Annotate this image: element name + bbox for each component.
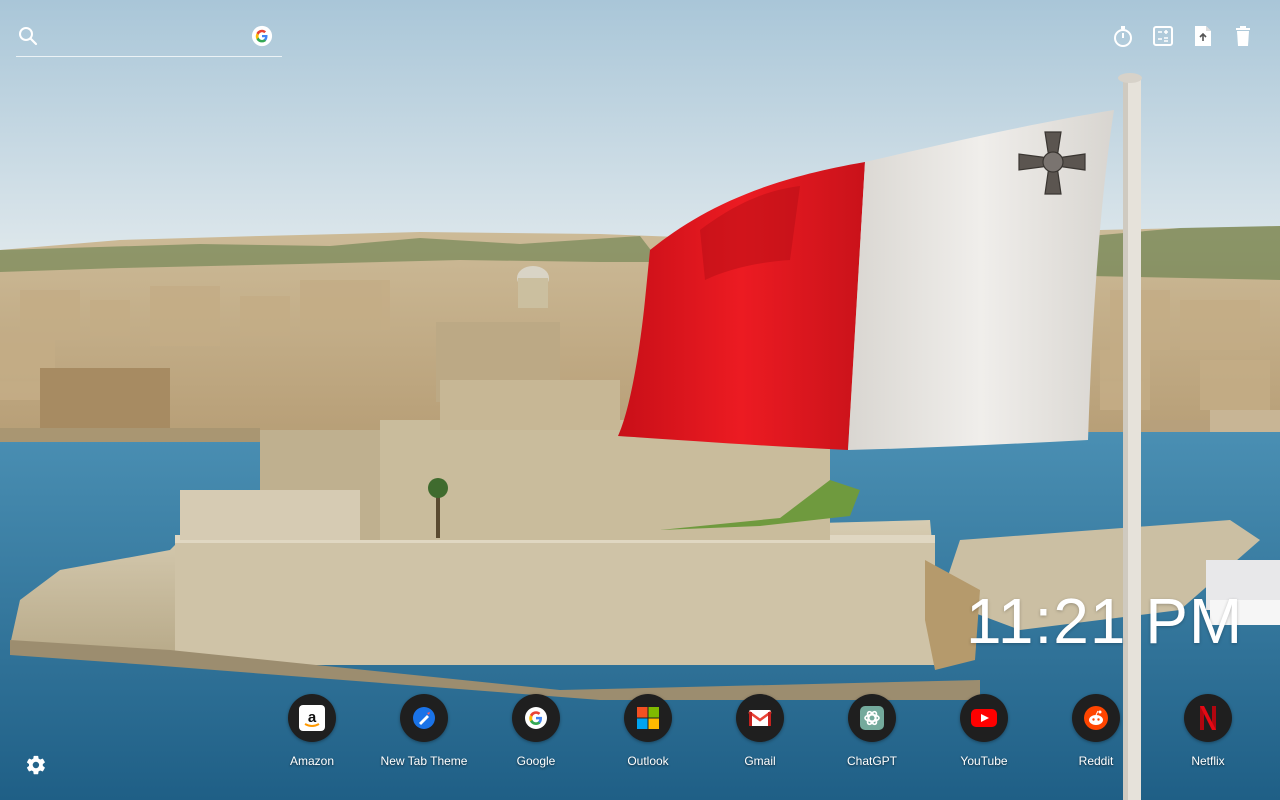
shortcut-label: Reddit — [1078, 754, 1114, 768]
shortcut-label: Gmail — [744, 754, 776, 768]
shortcut-gmail[interactable]: Gmail — [704, 694, 816, 768]
google-icon — [512, 694, 560, 742]
gmail-icon — [736, 694, 784, 742]
shortcut-youtube[interactable]: YouTube — [928, 694, 1040, 768]
calculator-icon[interactable] — [1152, 24, 1174, 48]
gear-icon[interactable] — [25, 754, 47, 776]
search-icon — [19, 27, 38, 46]
shortcut-label: YouTube — [960, 754, 1008, 768]
shortcut-amazon[interactable]: a Amazon — [256, 694, 368, 768]
clock-time: 11:21 PM — [966, 585, 1244, 657]
google-icon[interactable] — [251, 25, 273, 47]
shortcut-google[interactable]: Google — [480, 694, 592, 768]
svg-text:a: a — [308, 709, 317, 726]
reddit-icon — [1072, 694, 1120, 742]
new-tab-theme-icon — [400, 694, 448, 742]
timer-icon[interactable] — [1112, 24, 1134, 48]
shortcut-netflix[interactable]: Netflix — [1152, 694, 1264, 768]
search-input[interactable] — [48, 24, 252, 52]
shortcut-dock: a Amazon New Tab Theme Google Outlook Gm… — [0, 694, 1280, 774]
youtube-icon — [960, 694, 1008, 742]
amazon-icon: a — [288, 694, 336, 742]
chatgpt-icon — [848, 694, 896, 742]
shortcut-chatgpt[interactable]: ChatGPT — [816, 694, 928, 768]
search-bar[interactable] — [16, 22, 282, 57]
background-wallpaper — [0, 0, 1280, 800]
trash-icon[interactable] — [1232, 24, 1254, 48]
shortcut-label: New Tab Theme — [380, 754, 468, 768]
shortcut-label: Outlook — [627, 754, 669, 768]
outlook-icon — [624, 694, 672, 742]
toolbar — [1112, 24, 1254, 48]
netflix-icon — [1184, 694, 1232, 742]
shortcut-outlook[interactable]: Outlook — [592, 694, 704, 768]
shortcut-label: Google — [516, 754, 556, 768]
shortcut-label: Amazon — [289, 754, 335, 768]
notes-icon[interactable] — [1192, 24, 1214, 48]
shortcut-label: ChatGPT — [846, 754, 897, 768]
shortcut-new-tab-theme[interactable]: New Tab Theme — [368, 694, 480, 768]
shortcut-reddit[interactable]: Reddit — [1040, 694, 1152, 768]
shortcut-label: Netflix — [1191, 754, 1225, 768]
